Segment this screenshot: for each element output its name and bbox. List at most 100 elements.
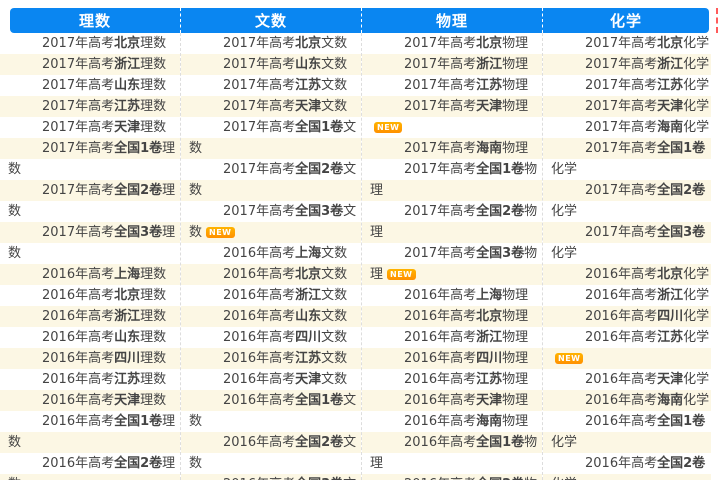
exam-paper-link[interactable]: 2017年高考天津物理NEW xyxy=(370,99,528,135)
paper-region-highlight: 浙江 xyxy=(476,330,502,345)
new-badge: NEW xyxy=(555,353,583,364)
exam-paper-link[interactable]: 2017年高考全国3卷化学 xyxy=(551,225,705,261)
paper-year-prefix: 2016年高考 xyxy=(585,456,657,471)
paper-region-highlight: 江苏 xyxy=(657,330,683,345)
exam-paper-link[interactable]: 2017年高考全国2卷理数 xyxy=(8,183,175,219)
exam-paper-item: 2016年高考上海文数 xyxy=(181,243,361,264)
exam-paper-link[interactable]: 2017年高考北京化学 xyxy=(585,36,709,51)
exam-paper-link[interactable]: 2016年高考天津文数 xyxy=(223,372,347,387)
exam-paper-link[interactable]: 2016年高考山东文数 xyxy=(223,309,347,324)
exam-paper-link[interactable]: 2017年高考天津化学 xyxy=(585,99,709,114)
paper-year-prefix: 2016年高考 xyxy=(404,372,476,387)
exam-paper-link[interactable]: 2017年高考浙江物理 xyxy=(404,57,528,72)
exam-paper-link[interactable]: 2017年高考全国1卷化学 xyxy=(551,141,705,177)
exam-paper-link[interactable]: 2017年高考北京物理 xyxy=(404,36,528,51)
exam-paper-link[interactable]: 2017年高考江苏物理 xyxy=(404,78,528,93)
exam-paper-link[interactable]: 2016年高考四川物理 xyxy=(404,351,528,366)
exam-paper-link[interactable]: 2016年高考上海理数 xyxy=(42,267,166,282)
exam-paper-link[interactable]: 2017年高考海南物理 xyxy=(404,141,528,156)
paper-year-prefix: 2017年高考 xyxy=(223,99,295,114)
paper-subject-suffix: 物理 xyxy=(502,330,528,345)
exam-paper-link[interactable]: 2016年高考浙江物理 xyxy=(404,330,528,345)
exam-paper-link[interactable]: 2016年高考山东理数 xyxy=(42,330,166,345)
exam-paper-link[interactable]: 2017年高考江苏化学 xyxy=(585,78,709,93)
exam-paper-link[interactable]: 2017年高考全国2卷文数 xyxy=(189,162,356,198)
exam-paper-link[interactable]: 2016年高考全国2卷化学 xyxy=(551,456,705,480)
exam-paper-link[interactable]: 2016年高考上海文数 xyxy=(223,246,347,261)
paper-region-highlight: 北京 xyxy=(476,36,502,51)
exam-paper-link[interactable]: 2016年高考浙江理数 xyxy=(42,309,166,324)
exam-paper-link[interactable]: 2017年高考江苏理数 xyxy=(42,99,166,114)
paper-subject-suffix: 物理 xyxy=(502,141,528,156)
exam-paper-link[interactable]: 2016年高考浙江化学 xyxy=(585,288,709,303)
exam-paper-link[interactable]: 2016年高考全国1卷物理 xyxy=(370,435,537,471)
paper-subject-suffix: 文数 xyxy=(321,57,347,72)
exam-paper-link[interactable]: 2017年高考天津文数 xyxy=(223,99,347,114)
exam-paper-list: 2017年高考北京物理 2017年高考浙江物理 2017年高考江苏物理 2017年高考… xyxy=(362,33,542,480)
exam-paper-link[interactable]: 2016年高考江苏物理 xyxy=(404,372,528,387)
exam-paper-link[interactable]: 2017年高考北京文数 xyxy=(223,36,347,51)
exam-paper-link[interactable]: 2016年高考北京物理 xyxy=(404,309,528,324)
exam-paper-link[interactable]: 2016年高考上海物理 xyxy=(404,288,528,303)
exam-paper-list: 2017年高考北京文数2017年高考山东文数2017年高考江苏文数2017年高考… xyxy=(181,33,361,480)
paper-subject-suffix: 理数 xyxy=(140,351,166,366)
exam-paper-link[interactable]: 2017年高考山东理数 xyxy=(42,78,166,93)
exam-paper-link[interactable]: 2016年高考江苏化学NEW xyxy=(551,330,709,366)
exam-paper-item: 2016年高考海南物理 xyxy=(362,411,542,432)
paper-year-prefix: 2016年高考 xyxy=(42,351,114,366)
exam-paper-link[interactable]: 2017年高考山东文数 xyxy=(223,57,347,72)
paper-region-highlight: 全国2卷 xyxy=(295,435,343,450)
exam-list-column-lishu: 2017年高考北京理数 2017年高考浙江理数 2017年高考山东理数 2017年高考… xyxy=(0,33,181,480)
paper-subject-suffix: 文数 xyxy=(321,351,347,366)
exam-paper-item: 2016年高考北京文数 xyxy=(181,264,361,285)
paper-region-highlight: 浙江 xyxy=(114,309,140,324)
exam-paper-link[interactable]: 2017年高考全国1卷物理 xyxy=(370,162,537,198)
exam-paper-link[interactable]: 2016年高考天津化学 xyxy=(585,372,709,387)
paper-year-prefix: 2016年高考 xyxy=(404,288,476,303)
exam-paper-link[interactable]: 2017年高考全国1卷文数 xyxy=(189,120,356,156)
exam-paper-link[interactable]: 2016年高考江苏理数 xyxy=(42,372,166,387)
exam-paper-link[interactable]: 2016年高考四川文数 xyxy=(223,330,347,345)
exam-paper-link[interactable]: 2016年高考海南化学 xyxy=(585,393,709,408)
exam-paper-link[interactable]: 2016年高考北京理数 xyxy=(42,288,166,303)
paper-year-prefix: 2017年高考 xyxy=(585,57,657,72)
exam-paper-link[interactable]: 2016年高考浙江文数 xyxy=(223,288,347,303)
exam-paper-link[interactable]: 2017年高考浙江化学 xyxy=(585,57,709,72)
paper-year-prefix: 2016年高考 xyxy=(223,267,295,282)
column-header-wenshu: 文数 xyxy=(181,8,362,33)
exam-paper-link[interactable]: 2016年高考四川理数 xyxy=(42,351,166,366)
exam-paper-link[interactable]: 2016年高考全国2卷文数 xyxy=(189,435,356,471)
exam-paper-link[interactable]: 2016年高考全国1卷化学 xyxy=(551,414,705,450)
exam-paper-link[interactable]: 2017年高考全国1卷理数 xyxy=(8,141,175,177)
exam-paper-item: 2016年高考山东理数 xyxy=(0,327,180,348)
exam-paper-link[interactable]: 2016年高考全国1卷理数 xyxy=(8,414,175,450)
exam-paper-link[interactable]: 2017年高考全国3卷文数NEW xyxy=(189,204,356,240)
exam-papers-panel: 理数文数物理化学 2017年高考北京理数2017年高考浙江理数2017年高考山东… xyxy=(0,0,724,480)
exam-paper-link[interactable]: 2017年高考海南化学 xyxy=(585,120,709,135)
exam-paper-link[interactable]: 2017年高考全国2卷物理 xyxy=(370,204,537,240)
exam-paper-link[interactable]: 2017年高考北京理数 xyxy=(42,36,166,51)
exam-paper-link[interactable]: 2017年高考浙江理数 xyxy=(42,57,166,72)
paper-year-prefix: 2016年高考 xyxy=(404,393,476,408)
exam-paper-link[interactable]: 2016年高考全国2卷理数 xyxy=(8,456,175,480)
paper-region-highlight: 全国1卷 xyxy=(114,141,162,156)
exam-paper-link[interactable]: 2016年高考北京文数 xyxy=(223,267,347,282)
exam-paper-link[interactable]: 2016年高考海南物理 xyxy=(404,414,528,429)
exam-paper-link[interactable]: 2016年高考天津理数 xyxy=(42,393,166,408)
exam-paper-link[interactable]: 2016年高考全国1卷文数 xyxy=(189,393,356,429)
exam-paper-link[interactable]: 2016年高考江苏文数 xyxy=(223,351,347,366)
exam-paper-link[interactable]: 2017年高考天津理数 xyxy=(42,120,166,135)
exam-paper-link[interactable]: 2017年高考全国3卷理数 xyxy=(8,225,175,261)
exam-paper-link[interactable]: 2016年高考北京化学 xyxy=(585,267,709,282)
paper-year-prefix: 2016年高考 xyxy=(223,330,295,345)
paper-region-highlight: 江苏 xyxy=(295,78,321,93)
paper-region-highlight: 天津 xyxy=(657,99,683,114)
exam-paper-link[interactable]: 2016年高考四川化学 xyxy=(585,309,709,324)
exam-paper-link[interactable]: 2016年高考天津物理 xyxy=(404,393,528,408)
paper-subject-suffix: 理数 xyxy=(140,267,166,282)
paper-region-highlight: 天津 xyxy=(114,120,140,135)
exam-paper-link[interactable]: 2017年高考全国3卷物理NEW xyxy=(370,246,537,282)
exam-paper-link[interactable]: 2017年高考江苏文数 xyxy=(223,78,347,93)
paper-subject-suffix: 文数 xyxy=(321,36,347,51)
exam-paper-link[interactable]: 2017年高考全国2卷化学 xyxy=(551,183,705,219)
